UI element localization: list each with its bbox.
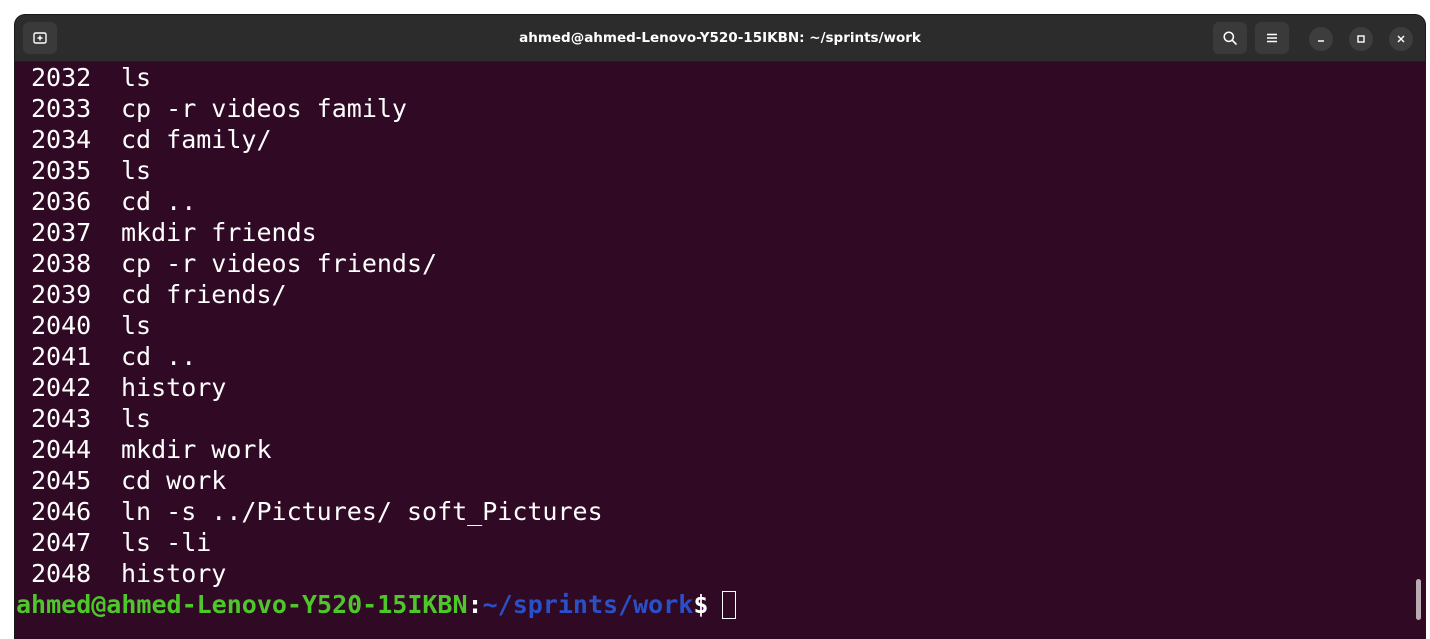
history-number: 2046 [31,497,92,526]
history-command: cp -r videos friends/ [121,249,438,278]
history-line: 2034 cd family/ [31,124,272,155]
terminal-window: ahmed@ahmed-Lenovo-Y520-15IKBN: ~/sprint… [15,15,1425,639]
history-command: ls -li [121,528,212,557]
close-icon [1397,35,1405,43]
prompt-colon: : [467,590,483,619]
search-button[interactable] [1213,22,1247,54]
history-line: 2042 history [31,372,226,403]
history-command: cd .. [121,187,197,216]
history-line: 2035 ls [31,155,151,186]
history-command: cd friends/ [121,280,287,309]
minimize-icon [1318,40,1324,42]
history-line: 2032 ls [31,62,151,93]
prompt-user-host: ahmed@ahmed-Lenovo-Y520-15IKBN [16,590,468,619]
history-number: 2045 [31,466,92,495]
history-command: ls [121,63,152,92]
history-command: ls [121,311,152,340]
history-line: 2040 ls [31,310,151,341]
history-line: 2033 cp -r videos family [31,93,407,124]
prompt-path: ~/sprints/work [482,590,694,619]
history-command: ls [121,404,152,433]
history-line: 2043 ls [31,403,151,434]
close-button[interactable] [1389,27,1413,51]
history-number: 2034 [31,125,92,154]
history-number: 2041 [31,342,92,371]
history-number: 2043 [31,404,92,433]
history-command: mkdir friends [121,218,317,247]
history-command: ls [121,156,152,185]
history-number: 2048 [31,559,92,588]
history-number: 2035 [31,156,92,185]
history-number: 2042 [31,373,92,402]
maximize-button[interactable] [1349,27,1373,51]
history-number: 2032 [31,63,92,92]
history-command: mkdir work [121,435,272,464]
history-command: history [121,559,227,588]
history-command: cp -r videos family [121,94,407,123]
history-number: 2037 [31,218,92,247]
history-command: cd .. [121,342,197,371]
text-cursor [722,591,737,619]
history-line: 2038 cp -r videos friends/ [31,248,437,279]
history-number: 2040 [31,311,92,340]
history-number: 2038 [31,249,92,278]
history-line: 2046 ln -s ../Pictures/ soft_Pictures [31,496,603,527]
history-command: ln -s ../Pictures/ soft_Pictures [121,497,603,526]
search-icon [1223,31,1237,45]
history-command: history [121,373,227,402]
history-number: 2036 [31,187,92,216]
history-line: 2045 cd work [31,465,226,496]
maximize-icon [1357,35,1365,43]
menu-button[interactable] [1255,22,1289,54]
history-line: 2036 cd .. [31,186,196,217]
history-line: 2048 history [31,558,226,589]
history-command: cd work [121,466,227,495]
hamburger-menu-icon [1267,33,1277,43]
history-number: 2033 [31,94,92,123]
scrollbar-thumb[interactable] [1416,579,1421,620]
history-number: 2039 [31,280,92,309]
history-line: 2044 mkdir work [31,434,272,465]
minimize-button[interactable] [1309,27,1333,51]
history-command: cd family/ [121,125,272,154]
history-number: 2044 [31,435,92,464]
history-line: 2041 cd .. [31,341,196,372]
history-line: 2037 mkdir friends [31,217,317,248]
prompt-symbol: $ [693,590,709,619]
history-number: 2047 [31,528,92,557]
history-line: 2039 cd friends/ [31,279,287,310]
history-line: 2047 ls -li [31,527,211,558]
title-bar: ahmed@ahmed-Lenovo-Y520-15IKBN: ~/sprint… [15,15,1425,62]
terminal-output[interactable]: 2032 ls 2033 cp -r videos family 2034 cd fa… [15,62,1425,639]
shell-prompt[interactable]: ahmed@ahmed-Lenovo-Y520-15IKBN:~/sprints… [16,589,737,620]
